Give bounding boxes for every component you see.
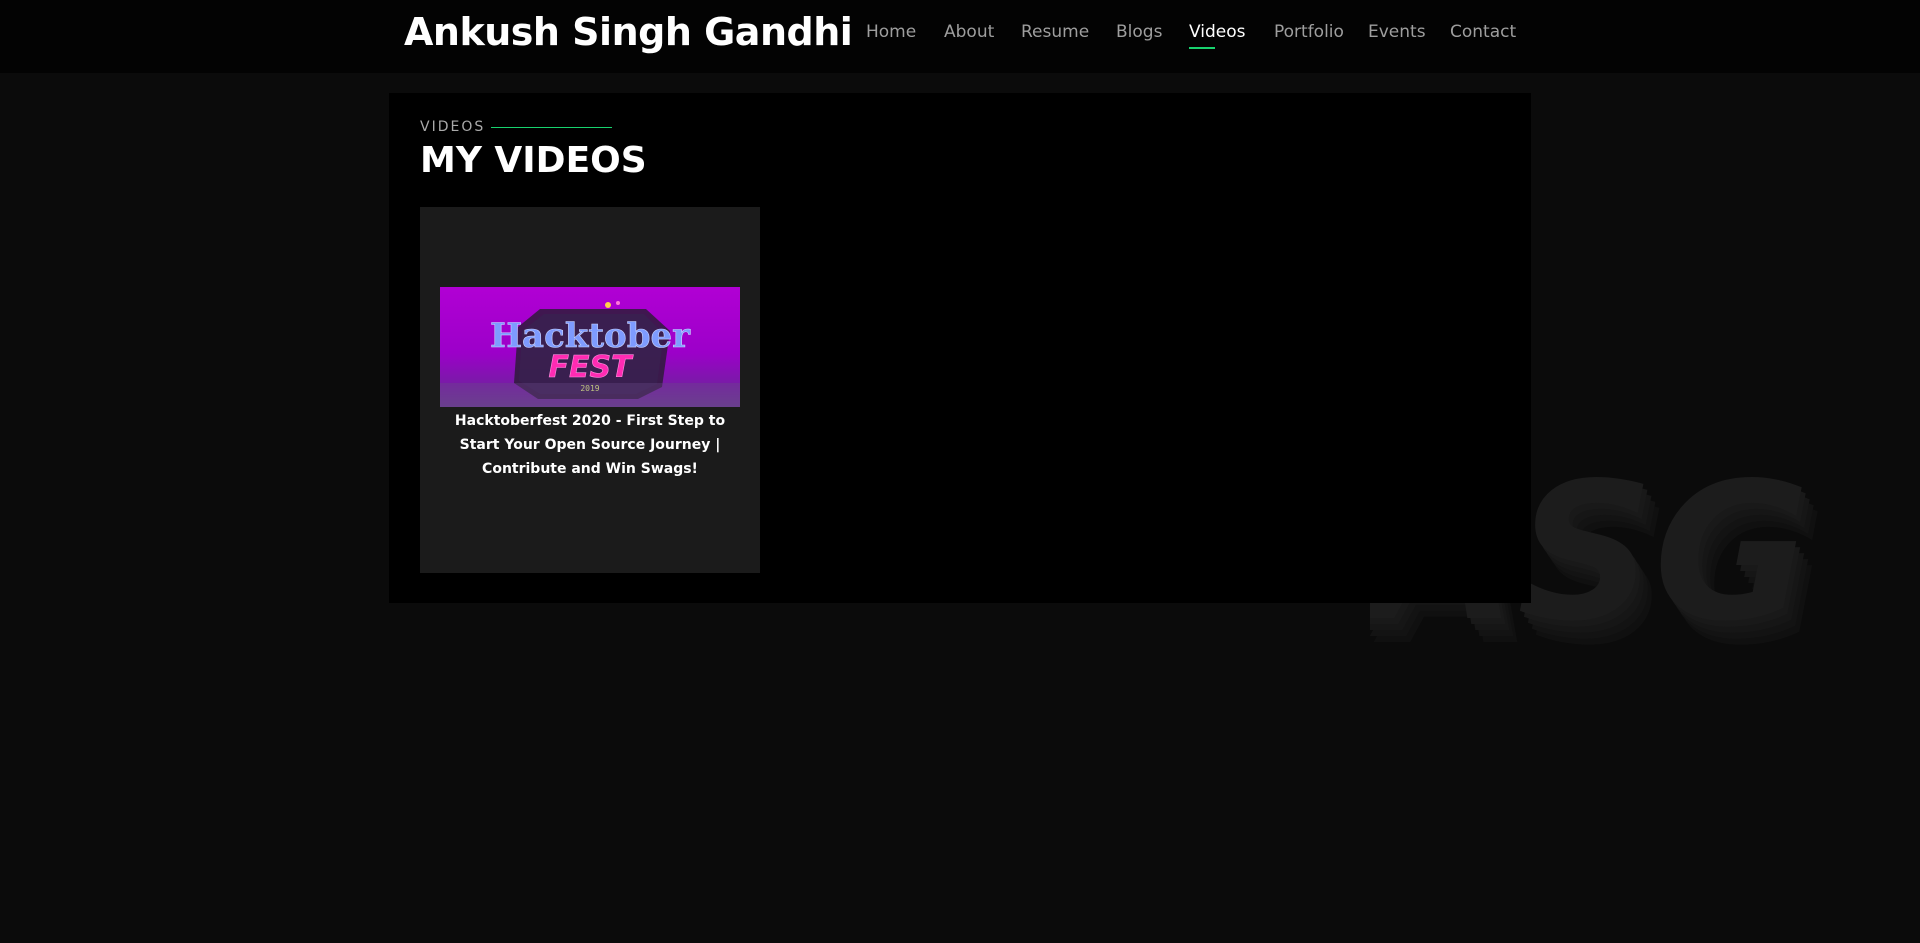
nav-resume[interactable]: Resume [1021,22,1089,42]
hacktoberfest-thumbnail-art: Hacktober FEST 2019 [440,301,740,407]
eyebrow-divider [491,127,612,128]
section-eyebrow: VIDEOS [420,119,486,135]
video-thumbnail[interactable]: Hacktober FEST 2019 [440,287,740,407]
nav-contact[interactable]: Contact [1450,22,1516,42]
svg-text:FEST: FEST [548,350,634,385]
section-title: MY VIDEOS [420,140,647,181]
main-nav: Home About Resume Blogs Videos Portfolio… [0,22,1920,52]
nav-blogs[interactable]: Blogs [1116,22,1162,42]
video-title[interactable]: Hacktoberfest 2020 - First Step to Start… [436,407,744,481]
site-header: Ankush Singh Gandhi Home About Resume Bl… [0,0,1920,73]
video-card[interactable]: Hacktober FEST 2019 Hacktoberfest 2020 -… [420,207,760,573]
nav-events[interactable]: Events [1368,22,1426,42]
nav-videos[interactable]: Videos [1189,22,1246,49]
nav-about[interactable]: About [944,22,994,42]
nav-portfolio[interactable]: Portfolio [1274,22,1344,42]
nav-videos-label: Videos [1189,22,1246,42]
nav-active-indicator [1189,47,1215,49]
nav-home[interactable]: Home [866,22,916,42]
